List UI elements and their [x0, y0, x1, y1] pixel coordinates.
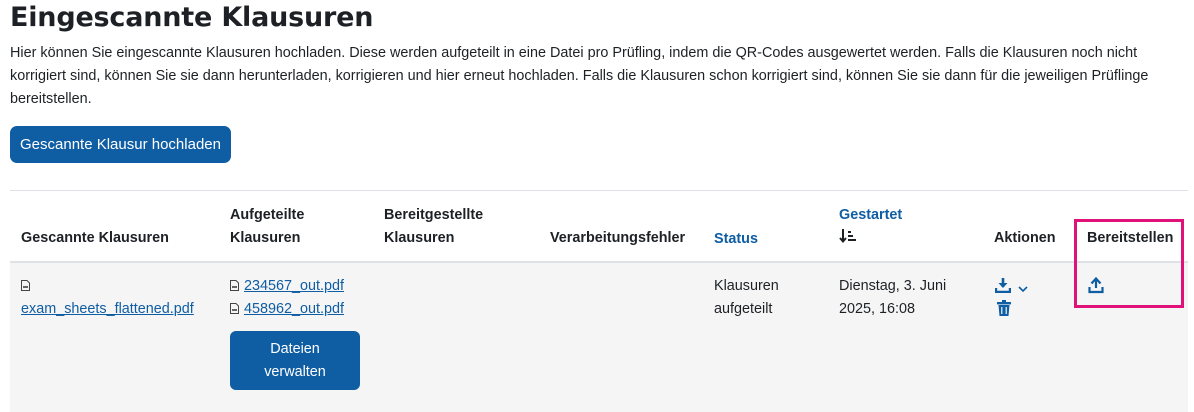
header-status-sort-link[interactable]: Status — [714, 228, 758, 251]
upload-scanned-exam-button[interactable]: Gescannte Klausur hochladen — [10, 126, 231, 163]
sort-descending-icon[interactable] — [839, 228, 857, 252]
pdf-file-icon — [230, 303, 239, 314]
trash-icon[interactable] — [997, 300, 1011, 321]
status-cell: Klausuren aufgeteilt — [714, 275, 779, 321]
header-started-sort-link[interactable]: Gestartet — [839, 204, 902, 227]
page-description: Hier können Sie eingescannte Klausuren h… — [10, 45, 1149, 107]
header-split: Aufgeteilte Klausuren — [230, 204, 304, 250]
header-started: Gestartet — [839, 204, 902, 252]
split-file-item: 234567_out.pdf — [230, 275, 344, 298]
started-cell: Dienstag, 3. Juni 2025, 16:08 — [839, 275, 946, 321]
status-line1: Klausuren — [714, 278, 779, 294]
header-scanned: Gescannte Klausuren — [21, 230, 169, 246]
status-line2: aufgeteilt — [714, 301, 773, 317]
header-errors: Verarbeitungsfehler — [550, 230, 686, 246]
split-file-item: 458962_out.pdf — [230, 298, 344, 321]
scanned-file-cell: exam_sheets_flattened.pdf — [21, 275, 194, 321]
header-split-line1: Aufgeteilte — [230, 207, 305, 223]
manage-files-label-line2: verwalten — [264, 363, 326, 380]
manage-files-label-line1: Dateien — [270, 340, 320, 357]
table-header: Gescannte Klausuren Aufgeteilte Klausure… — [10, 191, 1188, 263]
started-line2: 2025, 16:08 — [839, 301, 916, 317]
split-file-link-2[interactable]: 458962_out.pdf — [244, 301, 344, 317]
page-title: Eingescannte Klausuren — [10, 2, 374, 33]
pdf-file-icon — [230, 280, 239, 291]
header-provided-line2: Klausuren — [384, 230, 455, 246]
chevron-down-icon[interactable] — [1018, 280, 1028, 298]
split-file-link-1[interactable]: 234567_out.pdf — [244, 278, 344, 294]
header-actions: Aktionen — [994, 230, 1056, 246]
scanned-file-link[interactable]: exam_sheets_flattened.pdf — [21, 301, 194, 317]
table-row: exam_sheets_flattened.pdf 234567_out.pdf… — [10, 263, 1188, 412]
provide-column-highlight — [1074, 219, 1184, 308]
download-icon[interactable] — [994, 277, 1012, 298]
pdf-file-icon — [21, 275, 194, 298]
split-files-cell: 234567_out.pdf 458962_out.pdf — [230, 275, 344, 321]
started-line1: Dienstag, 3. Juni — [839, 278, 947, 294]
header-provided-line1: Bereitgestellte — [384, 207, 484, 223]
manage-files-button[interactable]: Dateien verwalten — [230, 331, 360, 390]
header-split-line2: Klausuren — [230, 230, 301, 246]
header-provided: Bereitgestellte Klausuren — [384, 204, 483, 250]
